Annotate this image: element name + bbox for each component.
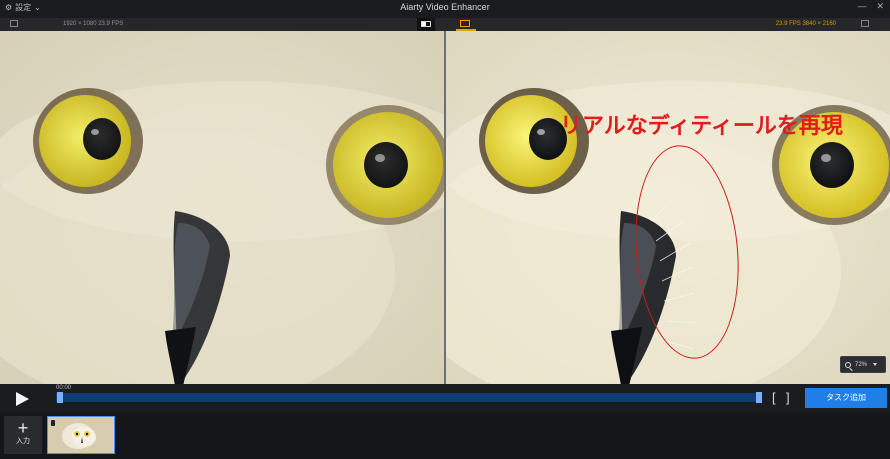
video-thumbnail[interactable] <box>47 416 115 454</box>
playhead-time: 00:00 <box>56 385 72 391</box>
compare-toggle-icon <box>421 21 431 27</box>
original-preview <box>0 31 444 384</box>
plus-icon: + <box>17 418 29 438</box>
window-buttons: — ✕ <box>857 1 884 12</box>
preview-icon[interactable] <box>460 20 470 27</box>
compare-toggle-button[interactable] <box>417 18 435 31</box>
chevron-down-icon <box>873 363 878 366</box>
trim-end-handle[interactable] <box>756 392 762 403</box>
trim-start-handle[interactable] <box>57 392 63 403</box>
owl-original-image <box>0 31 444 384</box>
annotation-text: リアルなディティールを再現 <box>560 113 843 138</box>
right-video-meta: 23.9 FPS 3840 × 2160 <box>775 20 836 27</box>
set-in-point-icon[interactable]: [ <box>772 390 776 405</box>
zoom-value: 72% <box>855 361 868 368</box>
add-input-button[interactable]: + 入力 <box>4 416 42 454</box>
magnifier-icon <box>845 361 851 368</box>
play-icon[interactable] <box>13 390 31 408</box>
timeline-track[interactable] <box>56 393 762 402</box>
fullscreen-icon[interactable] <box>10 20 18 27</box>
add-task-button[interactable]: タスク追加 <box>805 388 887 408</box>
close-icon[interactable]: ✕ <box>876 1 884 12</box>
export-icon[interactable] <box>861 20 869 27</box>
media-bin <box>0 413 890 459</box>
window-title: Aiarty Video Enhancer <box>400 2 490 12</box>
set-out-point-icon[interactable]: ] <box>786 390 790 405</box>
clip-badge-icon <box>51 420 55 426</box>
owl-thumbnail-image <box>48 417 114 453</box>
preview-subbar: 1920 × 1080 23.9 FPS 23.9 FPS 3840 × 216… <box>0 18 890 31</box>
add-input-label: 入力 <box>16 438 30 445</box>
title-bar: ⚙ 設定 ⌄ Aiarty Video Enhancer — ✕ <box>0 0 890 18</box>
left-video-meta: 1920 × 1080 23.9 FPS <box>63 20 124 27</box>
minimize-icon[interactable]: — <box>857 1 866 12</box>
zoom-control[interactable]: 72% <box>840 356 886 373</box>
